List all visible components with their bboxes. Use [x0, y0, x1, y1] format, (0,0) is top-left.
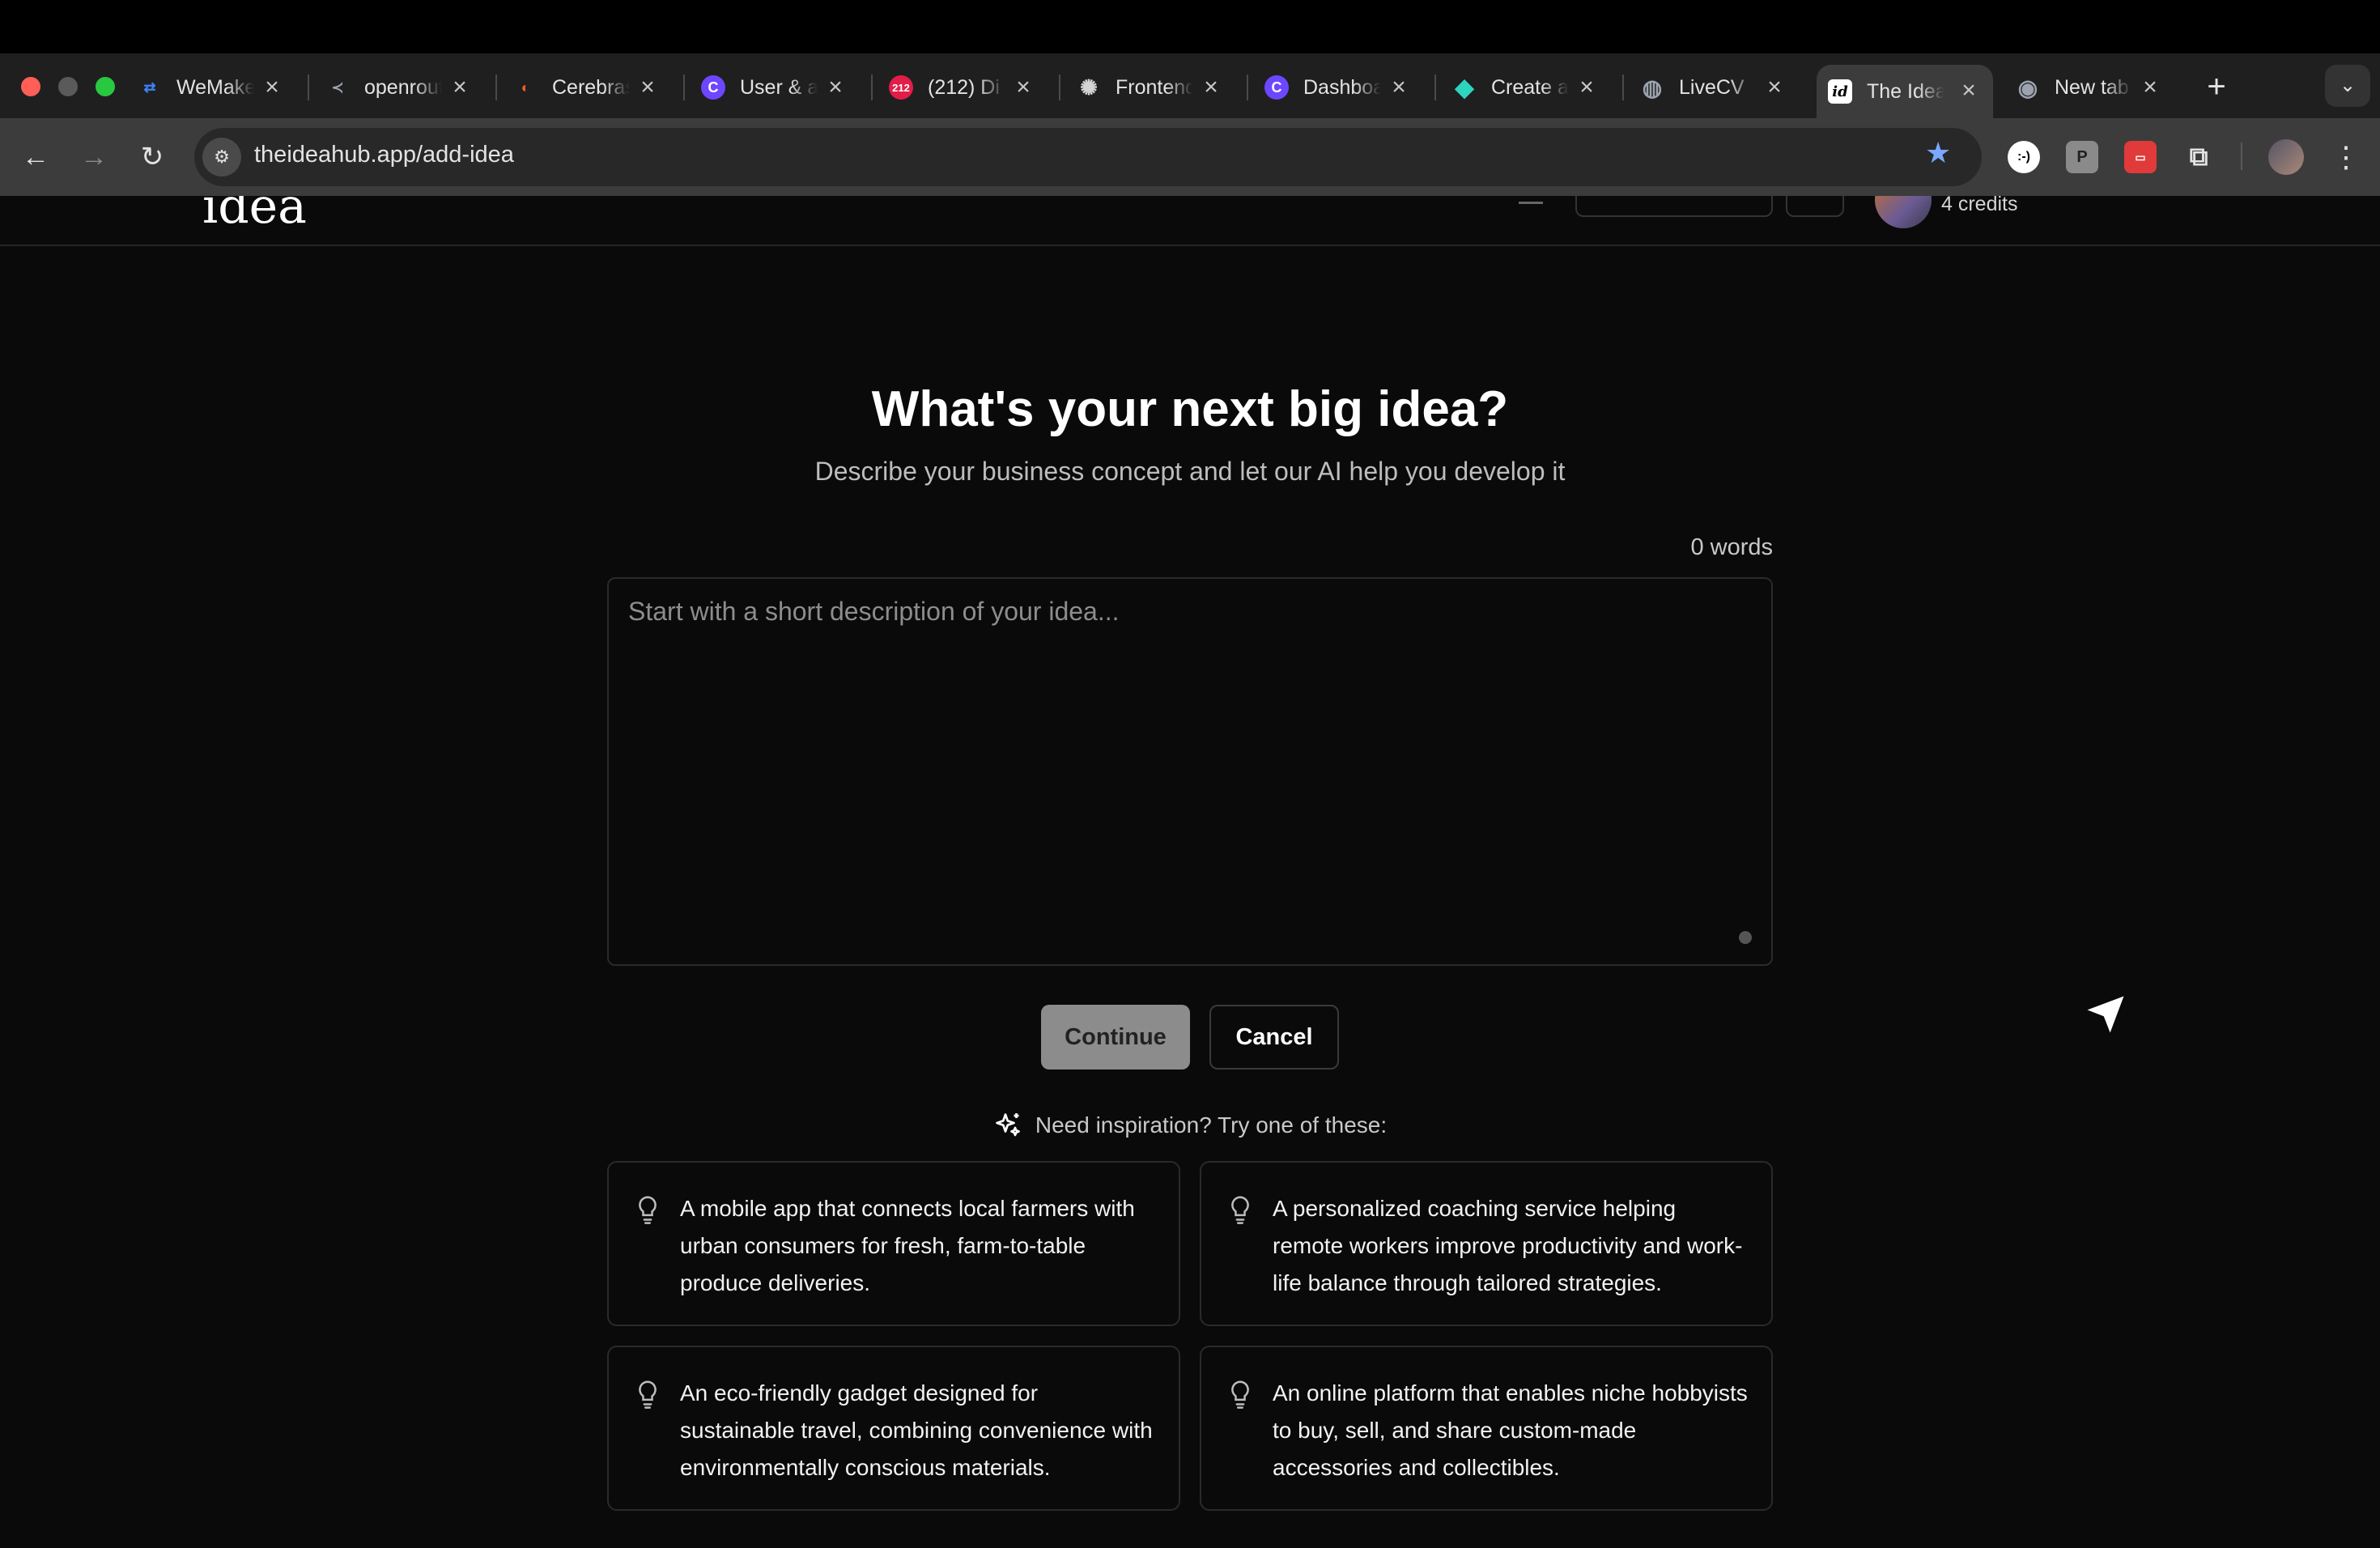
wemake-icon: ⇄ [143, 79, 156, 96]
continue-button[interactable]: Continue [1041, 1005, 1190, 1070]
globe-icon: ◍ [1642, 74, 1663, 100]
close-tab-icon[interactable]: × [1007, 71, 1039, 104]
back-button[interactable]: ← [13, 134, 58, 180]
site-info-icon[interactable]: ⚙ [202, 138, 241, 176]
suggestion-text: A mobile app that connects local farmers… [680, 1196, 1135, 1295]
header-dropdown-button[interactable] [1786, 196, 1844, 217]
close-tab-icon[interactable]: × [444, 71, 476, 104]
tab-separator [1434, 74, 1436, 100]
tab-new-tab[interactable]: ◉ New tab × [2016, 65, 2166, 110]
tab-the-idea-hub[interactable]: id The Idea Hub × [1817, 65, 1993, 118]
tab-separator [1059, 74, 1060, 100]
tab-livecv[interactable]: ◍ LiveCV × [1640, 65, 1791, 110]
tab-separator [308, 74, 309, 100]
extension-icon[interactable]: :-) [2008, 141, 2040, 173]
url-text[interactable]: theideahub.app/add-idea [254, 142, 514, 168]
maximize-window-button[interactable] [96, 77, 115, 96]
close-window-button[interactable] [21, 77, 40, 96]
tab-frontend[interactable]: ✺ Frontend × [1077, 65, 1227, 110]
menu-icon[interactable] [1519, 196, 1543, 204]
app-logo[interactable]: idea [202, 196, 307, 235]
suggestion-card[interactable]: An eco-friendly gadget designed for sust… [607, 1346, 1180, 1511]
suggestion-card[interactable]: An online platform that enables niche ho… [1200, 1346, 1773, 1511]
tab-youtube[interactable]: 212 (212) Di × [889, 65, 1039, 110]
inspiration-heading: Need inspiration? Try one of these: [0, 1111, 2380, 1140]
tab-dashboard[interactable]: C Dashboard × [1264, 65, 1415, 110]
clerk-icon: C [701, 75, 725, 100]
lightbulb-icon [1231, 1380, 1249, 1409]
page-subtitle: Describe your business concept and let o… [814, 457, 1566, 486]
close-tab-icon[interactable]: × [1570, 71, 1603, 104]
youtube-icon: 212 [889, 75, 913, 100]
close-tab-icon[interactable]: × [256, 71, 288, 104]
close-tab-icon[interactable]: × [1195, 71, 1227, 104]
lightbulb-icon [639, 1380, 657, 1409]
openrouter-icon: ≺ [331, 79, 344, 96]
tab-separator [1247, 74, 1248, 100]
tab-wemake[interactable]: ⇄ WeMake × [138, 65, 288, 110]
profile-avatar[interactable] [2268, 139, 2304, 175]
close-tab-icon[interactable]: × [2134, 71, 2166, 104]
suggestion-text: An eco-friendly gadget designed for sust… [680, 1380, 1153, 1480]
close-tab-icon[interactable]: × [1953, 74, 1985, 107]
lightbulb-icon [1231, 1196, 1249, 1224]
forward-button[interactable]: → [71, 134, 117, 180]
tab-separator [683, 74, 685, 100]
reload-button[interactable]: ↻ [130, 134, 175, 180]
idea-description-input[interactable] [607, 577, 1773, 966]
send-icon[interactable] [2084, 993, 2127, 1036]
close-tab-icon[interactable]: × [1758, 71, 1791, 104]
tab-search-button[interactable]: ⌄ [2325, 65, 2370, 107]
extension-icon[interactable]: ▭ [2124, 141, 2157, 173]
tab-separator [495, 74, 497, 100]
extension-icon[interactable]: P [2066, 141, 2098, 173]
cancel-button[interactable]: Cancel [1209, 1005, 1339, 1070]
bookmark-star-icon[interactable]: ★ [1925, 136, 1951, 170]
credits-count: 4 credits [1941, 196, 2018, 215]
minimize-window-button[interactable] [58, 77, 78, 96]
new-tab-button[interactable]: + [2197, 68, 2236, 107]
avatar[interactable] [1875, 196, 1932, 228]
openai-icon: ✺ [1080, 74, 1098, 100]
chrome-icon: ◉ [2017, 74, 2038, 100]
word-count: 0 words [1690, 534, 1773, 560]
suggestion-card[interactable]: A mobile app that connects local farmers… [607, 1161, 1180, 1326]
tab-user-account[interactable]: C User & account × [701, 65, 852, 110]
suggestion-text: An online platform that enables niche ho… [1273, 1380, 1748, 1480]
tab-create[interactable]: ◆ Create a × [1452, 65, 1603, 110]
textarea-resize-handle[interactable] [1739, 931, 1752, 944]
diamond-icon: ◆ [1455, 74, 1474, 101]
clerk-icon: C [1264, 75, 1289, 100]
lightbulb-icon [639, 1196, 657, 1224]
suggestion-card[interactable]: A personalized coaching service helping … [1200, 1161, 1773, 1326]
browser-menu-icon[interactable]: ⋮ [2331, 134, 2361, 180]
tab-separator [871, 74, 873, 100]
sparkles-icon [996, 1113, 1020, 1137]
toolbar-separator [2241, 142, 2242, 170]
tab-cerebras[interactable]: ◐ Cerebras × [513, 65, 664, 110]
close-tab-icon[interactable]: × [631, 71, 664, 104]
cerebras-icon: ◐ [521, 79, 530, 96]
suggestion-text: A personalized coaching service helping … [1273, 1196, 1743, 1295]
tab-separator [1622, 74, 1624, 100]
page-title: What's your next big idea? [871, 381, 1509, 437]
ideahub-icon: id [1828, 79, 1852, 104]
close-tab-icon[interactable]: × [819, 71, 852, 104]
close-tab-icon[interactable]: × [1383, 71, 1415, 104]
tab-openrouter[interactable]: ≺ openrouter × [325, 65, 476, 110]
window-title-bar [0, 0, 2380, 53]
extensions-puzzle-icon[interactable]: ⧉ [2182, 141, 2215, 173]
app-header: idea 4 credits [0, 196, 2380, 246]
inspiration-label: Need inspiration? Try one of these: [1035, 1112, 1388, 1138]
header-button[interactable] [1575, 196, 1773, 217]
